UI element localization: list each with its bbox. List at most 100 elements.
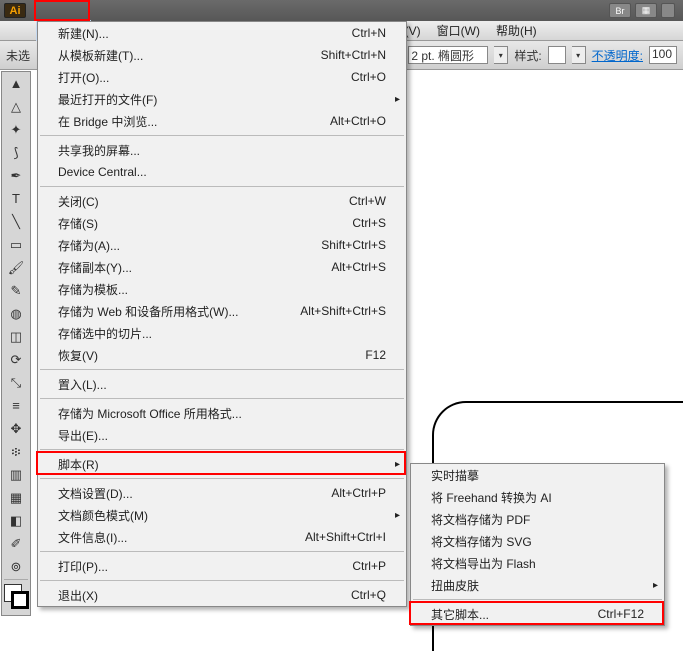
tool-free-transform[interactable]: ✥ — [2, 417, 30, 440]
tool-paintbrush[interactable]: 🖌 — [2, 256, 30, 279]
file-menu-item-4[interactable]: 在 Bridge 中浏览...Alt+Ctrl+O — [38, 110, 406, 132]
menu-item-label: 文档颜色模式(M) — [58, 507, 276, 524]
file-menu-item-25[interactable]: 文档设置(D)...Alt+Ctrl+P — [38, 482, 406, 504]
layout-chip[interactable]: ▦ — [635, 3, 657, 18]
file-menu-item-3[interactable]: 最近打开的文件(F) — [38, 88, 406, 110]
menu-item-label: 将文档导出为 Flash — [431, 555, 536, 572]
file-menu-item-10[interactable]: 存储(S)Ctrl+S — [38, 212, 406, 234]
file-menu-item-1[interactable]: 从模板新建(T)...Shift+Ctrl+N — [38, 44, 406, 66]
menu-item-shortcut: Shift+Ctrl+N — [276, 48, 386, 62]
menu-item-label: 退出(X) — [58, 587, 276, 604]
file-menu-item-6[interactable]: 共享我的屏幕... — [38, 139, 406, 161]
file-menu-item-18[interactable]: 置入(L)... — [38, 373, 406, 395]
menu-item-shortcut: Alt+Ctrl+S — [276, 260, 386, 274]
tool-scale[interactable]: ⤡ — [2, 371, 30, 394]
file-menu-item-16[interactable]: 恢复(V)F12 — [38, 344, 406, 366]
script-submenu-item-4[interactable]: 将文档导出为 Flash — [411, 552, 664, 574]
fill-stroke-swatch[interactable] — [3, 583, 29, 613]
tool-lasso[interactable]: ⟆ — [2, 141, 30, 164]
menu-item-label: 打开(O)... — [58, 69, 276, 86]
tool-blob[interactable]: ◍ — [2, 302, 30, 325]
opacity-label[interactable]: 不透明度: — [592, 47, 643, 64]
menu-item-label: 将 Freehand 转换为 AI — [431, 489, 552, 506]
tool-graph[interactable]: ▥ — [2, 463, 30, 486]
tool-mesh[interactable]: ▦ — [2, 486, 30, 509]
bridge-chip[interactable]: Br — [609, 3, 631, 18]
script-submenu-item-1[interactable]: 将 Freehand 转换为 AI — [411, 486, 664, 508]
menu-item-label: 共享我的屏幕... — [58, 142, 276, 159]
tool-eyedropper[interactable]: ✐ — [2, 532, 30, 555]
menu-item-shortcut: F12 — [276, 348, 386, 362]
file-menu-item-20[interactable]: 存储为 Microsoft Office 所用格式... — [38, 402, 406, 424]
tool-blend[interactable]: ⊚ — [2, 555, 30, 578]
style-drop[interactable]: ▾ — [572, 46, 586, 64]
tool-type[interactable]: T — [2, 187, 30, 210]
menu-item-shortcut: Ctrl+W — [276, 194, 386, 208]
file-menu-item-11[interactable]: 存储为(A)...Shift+Ctrl+S — [38, 234, 406, 256]
file-menu-item-0[interactable]: 新建(N)...Ctrl+N — [38, 22, 406, 44]
menu-item-shortcut: Alt+Ctrl+O — [276, 114, 386, 128]
stroke-profile[interactable]: 2 pt. 椭圆形 — [408, 46, 488, 64]
menu-item-label: 文件信息(I)... — [58, 529, 275, 546]
script-submenu-item-7[interactable]: 其它脚本...Ctrl+F12 — [411, 603, 664, 625]
file-menu-item-2[interactable]: 打开(O)...Ctrl+O — [38, 66, 406, 88]
menu-item-shortcut: Ctrl+S — [276, 216, 386, 230]
file-menu-item-13[interactable]: 存储为模板... — [38, 278, 406, 300]
file-menu-item-12[interactable]: 存储副本(Y)...Alt+Ctrl+S — [38, 256, 406, 278]
opacity-input[interactable]: 100 — [649, 46, 677, 64]
tool-gradient[interactable]: ◧ — [2, 509, 30, 532]
tool-line[interactable]: ╲ — [2, 210, 30, 233]
menu-item-label: 存储为 Web 和设备所用格式(W)... — [58, 303, 270, 320]
stroke-profile-drop[interactable]: ▾ — [494, 46, 508, 64]
menu-window[interactable]: 窗口(W) — [429, 20, 488, 41]
tool-direct-select[interactable]: △ — [2, 95, 30, 118]
menu-item-label: 存储为(A)... — [58, 237, 276, 254]
menu-item-label: 存储为 Microsoft Office 所用格式... — [58, 405, 276, 422]
menu-item-shortcut: Ctrl+F12 — [534, 607, 644, 621]
menu-item-shortcut: Ctrl+O — [276, 70, 386, 84]
menu-item-shortcut: Ctrl+Q — [276, 588, 386, 602]
menu-item-label: 最近打开的文件(F) — [58, 91, 276, 108]
menu-help[interactable]: 帮助(H) — [488, 20, 545, 41]
style-swatch[interactable] — [548, 46, 566, 64]
file-menu-item-26[interactable]: 文档颜色模式(M) — [38, 504, 406, 526]
tool-symbol-spray[interactable]: ፨ — [2, 440, 30, 463]
file-menu-item-9[interactable]: 关闭(C)Ctrl+W — [38, 190, 406, 212]
script-submenu-item-3[interactable]: 将文档存储为 SVG — [411, 530, 664, 552]
file-menu-item-14[interactable]: 存储为 Web 和设备所用格式(W)...Alt+Shift+Ctrl+S — [38, 300, 406, 322]
tool-width[interactable]: ≡ — [2, 394, 30, 417]
selection-label: 未选 — [6, 47, 30, 64]
tool-selection[interactable]: ▲ — [2, 72, 30, 95]
menu-item-label: 从模板新建(T)... — [58, 47, 276, 64]
file-menu-item-7[interactable]: Device Central... — [38, 161, 406, 183]
menu-item-label: 将文档存储为 SVG — [431, 533, 534, 550]
stroke-swatch[interactable] — [11, 591, 29, 609]
file-menu-item-27[interactable]: 文件信息(I)...Alt+Shift+Ctrl+I — [38, 526, 406, 548]
menu-item-label: 关闭(C) — [58, 193, 276, 210]
file-menu-item-31[interactable]: 退出(X)Ctrl+Q — [38, 584, 406, 606]
file-menu-dropdown: 新建(N)...Ctrl+N从模板新建(T)...Shift+Ctrl+N打开(… — [37, 21, 407, 607]
tool-magic-wand[interactable]: ✦ — [2, 118, 30, 141]
file-menu-item-21[interactable]: 导出(E)... — [38, 424, 406, 446]
file-menu-item-23[interactable]: 脚本(R) — [38, 453, 406, 475]
script-submenu-item-0[interactable]: 实时描摹 — [411, 464, 664, 486]
menu-item-label: 其它脚本... — [431, 606, 534, 623]
style-label: 样式: — [514, 47, 541, 64]
file-menu-item-15[interactable]: 存储选中的切片... — [38, 322, 406, 344]
tool-eraser[interactable]: ◫ — [2, 325, 30, 348]
script-submenu: 实时描摹将 Freehand 转换为 AI 将文档存储为 PDF 将文档存储为 SV… — [410, 463, 665, 626]
search-chip[interactable] — [661, 3, 675, 18]
tool-rectangle[interactable]: ▭ — [2, 233, 30, 256]
menu-item-label: 存储(S) — [58, 215, 276, 232]
script-submenu-item-2[interactable]: 将文档存储为 PDF — [411, 508, 664, 530]
file-menu-item-29[interactable]: 打印(P)...Ctrl+P — [38, 555, 406, 577]
menu-item-label: 恢复(V) — [58, 347, 276, 364]
menu-item-label: 存储选中的切片... — [58, 325, 276, 342]
menu-item-label: 文档设置(D)... — [58, 485, 276, 502]
menu-item-label: 存储为模板... — [58, 281, 276, 298]
menu-item-label: 实时描摹 — [431, 467, 534, 484]
tool-pencil[interactable]: ✎ — [2, 279, 30, 302]
script-submenu-item-5[interactable]: 扭曲皮肤 — [411, 574, 664, 596]
tool-pen[interactable]: ✒ — [2, 164, 30, 187]
tool-rotate[interactable]: ⟳ — [2, 348, 30, 371]
